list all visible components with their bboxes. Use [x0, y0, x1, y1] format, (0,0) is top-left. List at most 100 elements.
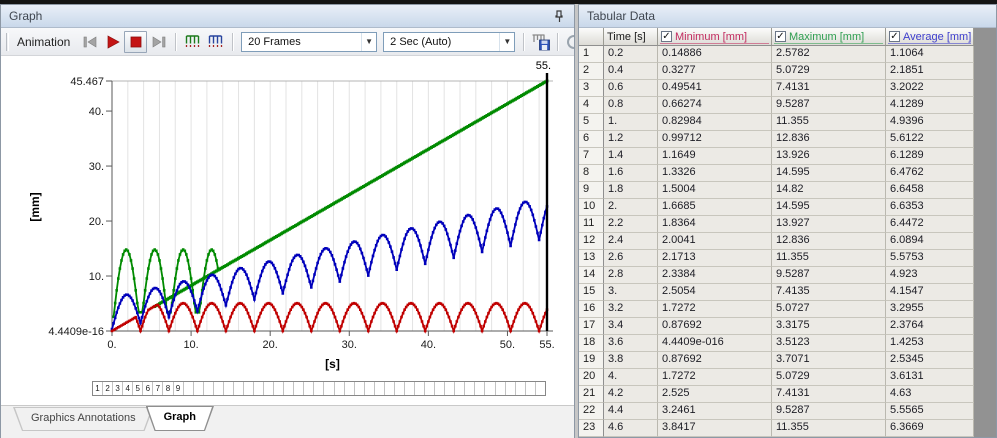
frame-cell[interactable] [244, 382, 254, 395]
data-cell[interactable]: 12.836 [772, 233, 886, 250]
frame-cell[interactable] [425, 382, 436, 395]
data-cell[interactable]: 11.355 [772, 250, 886, 267]
table-row[interactable]: 19 3.8 0.87692 3.7071 2.5345 [579, 352, 974, 369]
data-cell[interactable]: 11.355 [772, 114, 886, 131]
table-row[interactable]: 20 4. 1.7272 5.0729 3.6131 [579, 369, 974, 386]
data-cell[interactable]: 2.8 [604, 267, 658, 284]
frame-cell[interactable]: 1 [93, 382, 104, 395]
data-cell[interactable]: 2.5054 [658, 284, 772, 301]
data-cell[interactable]: 1.8364 [658, 216, 772, 233]
data-cell[interactable]: 0.99712 [658, 131, 772, 148]
frame-cell[interactable] [335, 382, 345, 395]
data-cell[interactable]: 9.5287 [772, 97, 886, 114]
data-cell[interactable]: 2.0041 [658, 233, 772, 250]
data-cell[interactable]: 14.82 [772, 182, 886, 199]
row-number-cell[interactable]: 20 [579, 369, 604, 386]
frame-cell[interactable] [224, 382, 234, 395]
frame-cell[interactable]: 4 [123, 382, 134, 395]
data-cell[interactable]: 3.6131 [886, 369, 974, 386]
table-row[interactable]: 6 1.2 0.99712 12.836 5.6122 [579, 131, 974, 148]
table-row[interactable]: 23 4.6 3.8417 11.355 6.3669 [579, 420, 974, 437]
data-cell[interactable]: 2.5345 [886, 352, 974, 369]
data-cell[interactable]: 14.595 [772, 165, 886, 182]
table-row[interactable]: 12 2.4 2.0041 12.836 6.0894 [579, 233, 974, 250]
frame-cell[interactable] [274, 382, 285, 395]
column-header-maximum[interactable]: ✓ Maximum [mm] [772, 28, 886, 46]
data-cell[interactable]: 1.4253 [886, 335, 974, 352]
data-cell[interactable]: 2.525 [658, 386, 772, 403]
frame-cell[interactable] [304, 382, 315, 395]
row-number-cell[interactable]: 7 [579, 148, 604, 165]
frame-cell[interactable] [375, 382, 385, 395]
frame-cell[interactable] [526, 382, 536, 395]
data-cell[interactable]: 1.7272 [658, 301, 772, 318]
data-cell[interactable]: 0.3277 [658, 63, 772, 80]
data-cell[interactable]: 0.8 [604, 97, 658, 114]
data-cell[interactable]: 6.4472 [886, 216, 974, 233]
data-cell[interactable]: 0.82984 [658, 114, 772, 131]
data-cell[interactable]: 2. [604, 199, 658, 216]
frame-cell[interactable] [485, 382, 496, 395]
data-cell[interactable]: 1.2 [604, 131, 658, 148]
row-number-cell[interactable]: 19 [579, 352, 604, 369]
data-cell[interactable]: 4.4409e-016 [658, 335, 772, 352]
frame-cell[interactable] [405, 382, 415, 395]
data-cell[interactable]: 14.595 [772, 199, 886, 216]
row-number-cell[interactable]: 22 [579, 403, 604, 420]
frame-cell[interactable] [455, 382, 466, 395]
data-cell[interactable]: 0.49541 [658, 80, 772, 97]
row-number-cell[interactable]: 9 [579, 182, 604, 199]
table-row[interactable]: 2 0.4 0.3277 5.0729 2.1851 [579, 63, 974, 80]
data-cell[interactable]: 1.5004 [658, 182, 772, 199]
row-number-cell[interactable]: 21 [579, 386, 604, 403]
frame-cell[interactable] [324, 382, 335, 395]
toolbar-grip[interactable] [6, 32, 9, 51]
row-number-cell[interactable]: 13 [579, 250, 604, 267]
frame-cell[interactable] [204, 382, 214, 395]
data-cell[interactable]: 4.4 [604, 403, 658, 420]
row-number-cell[interactable]: 11 [579, 216, 604, 233]
frame-cell[interactable]: 2 [103, 382, 114, 395]
data-cell[interactable]: 3.3175 [772, 318, 886, 335]
data-cell[interactable]: 1.7272 [658, 369, 772, 386]
data-cell[interactable]: 3.8417 [658, 420, 772, 437]
row-number-cell[interactable]: 16 [579, 301, 604, 318]
data-cell[interactable]: 13.926 [772, 148, 886, 165]
row-number-cell[interactable]: 12 [579, 233, 604, 250]
table-row[interactable]: 4 0.8 0.66274 9.5287 4.1289 [579, 97, 974, 114]
data-cell[interactable]: 5.6122 [886, 131, 974, 148]
data-cell[interactable]: 12.836 [772, 131, 886, 148]
data-cell[interactable]: 3.2461 [658, 403, 772, 420]
frame-cell[interactable]: 5 [133, 382, 144, 395]
table-row[interactable]: 16 3.2 1.7272 5.0727 3.2955 [579, 301, 974, 318]
table-row[interactable]: 1 0.2 0.14886 2.5782 1.1064 [579, 46, 974, 63]
data-cell[interactable]: 3.2955 [886, 301, 974, 318]
frame-cell[interactable] [254, 382, 265, 395]
data-cell[interactable]: 0.14886 [658, 46, 772, 63]
skip-to-start-button[interactable] [78, 31, 101, 53]
data-cell[interactable]: 1.3326 [658, 165, 772, 182]
duration-dropdown[interactable]: 2 Sec (Auto) ▼ [383, 31, 516, 52]
data-cell[interactable]: 6.4762 [886, 165, 974, 182]
data-cell[interactable]: 1. [604, 114, 658, 131]
data-cell[interactable]: 3.5123 [772, 335, 886, 352]
table-row[interactable]: 17 3.4 0.87692 3.3175 2.3764 [579, 318, 974, 335]
data-cell[interactable]: 5.5565 [886, 403, 974, 420]
data-cell[interactable]: 1.8 [604, 182, 658, 199]
row-number-cell[interactable]: 6 [579, 131, 604, 148]
data-cell[interactable]: 7.4131 [772, 386, 886, 403]
frame-cell[interactable] [365, 382, 375, 395]
table-row[interactable]: 13 2.6 2.1713 11.355 5.5753 [579, 250, 974, 267]
table-row[interactable]: 8 1.6 1.3326 14.595 6.4762 [579, 165, 974, 182]
data-cell[interactable]: 0.66274 [658, 97, 772, 114]
frame-cell[interactable] [516, 382, 526, 395]
frame-cell[interactable] [496, 382, 506, 395]
table-row[interactable]: 15 3. 2.5054 7.4135 4.1547 [579, 284, 974, 301]
frame-cell[interactable] [294, 382, 305, 395]
data-cell[interactable]: 6.0894 [886, 233, 974, 250]
row-number-cell[interactable]: 14 [579, 267, 604, 284]
table-row[interactable]: 10 2. 1.6685 14.595 6.6353 [579, 199, 974, 216]
data-cell[interactable]: 0.87692 [658, 352, 772, 369]
data-cell[interactable]: 3.2022 [886, 80, 974, 97]
data-cell[interactable]: 1.6 [604, 165, 658, 182]
